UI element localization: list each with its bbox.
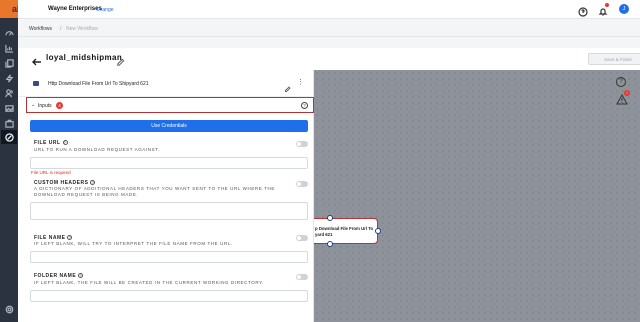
canvas-help-icon[interactable]: ? bbox=[616, 77, 626, 87]
warning-badge: ! bbox=[624, 90, 630, 96]
node-port-top[interactable] bbox=[327, 215, 333, 221]
workflow-step-node[interactable]: p Download File From Url To yard 621 bbox=[314, 218, 378, 244]
briefcase-icon[interactable] bbox=[4, 118, 14, 128]
notification-dot bbox=[605, 3, 609, 7]
edit-name-pencil-icon[interactable] bbox=[116, 54, 125, 66]
breadcrumb-workflows[interactable]: Workflows bbox=[29, 26, 52, 32]
breadcrumb-current: New Workflow bbox=[66, 26, 98, 32]
workflow-title-bar: loyal_midshipman Save & Finish bbox=[18, 48, 640, 70]
copy-icon[interactable] bbox=[4, 58, 14, 68]
settings-icon[interactable] bbox=[4, 304, 14, 314]
edit-step-pencil-icon[interactable] bbox=[284, 80, 291, 93]
workflow-canvas[interactable]: p Download File From Url To yard 621 ? ! bbox=[314, 70, 640, 322]
file-name-help-icon[interactable]: ? bbox=[67, 235, 73, 241]
inputs-help-icon[interactable]: ? bbox=[301, 102, 308, 109]
folder-name-description: IF LEFT BLANK, THE FILE WILL BE CREATED … bbox=[34, 280, 265, 285]
more-options-icon[interactable]: ⋮ bbox=[297, 79, 304, 86]
step-config-panel: Http Download File From Url To Shipyard … bbox=[18, 70, 314, 322]
inputs-label: Inputs bbox=[38, 103, 52, 109]
file-url-help-icon[interactable]: ? bbox=[62, 140, 68, 146]
http-step-icon bbox=[33, 81, 39, 86]
workflow-icon[interactable] bbox=[1, 130, 17, 144]
file-name-input[interactable] bbox=[30, 251, 308, 263]
file-url-label: FILE URL? bbox=[34, 140, 68, 146]
breadcrumb: Workflows / New Workflow bbox=[18, 20, 640, 37]
file-url-input[interactable] bbox=[30, 157, 308, 169]
back-arrow-icon[interactable] bbox=[32, 54, 42, 66]
top-bar: Wayne Enterprises Change J bbox=[18, 0, 640, 19]
node-label: p Download File From Url To yard 621 bbox=[315, 226, 374, 237]
people-icon[interactable] bbox=[4, 88, 14, 98]
save-finish-button[interactable]: Save & Finish bbox=[588, 53, 640, 65]
folder-name-label: FOLDER NAME? bbox=[34, 273, 84, 279]
node-port-bottom[interactable] bbox=[327, 241, 333, 247]
warning-icon[interactable]: ! bbox=[616, 90, 630, 105]
file-url-description: URL TO RUN A DOWNLOAD REQUEST AGAINST. bbox=[34, 147, 160, 152]
dashboard-icon[interactable] bbox=[4, 28, 14, 38]
image-icon[interactable] bbox=[4, 103, 14, 113]
analytics-icon[interactable] bbox=[4, 43, 14, 53]
use-credentials-button[interactable]: Use Credentials bbox=[30, 120, 308, 132]
custom-headers-help-icon[interactable]: ? bbox=[90, 180, 96, 186]
change-org-link[interactable]: Change bbox=[96, 7, 114, 13]
file-name-description: IF LEFT BLANK, WILL TRY TO INTERPRET THE… bbox=[34, 241, 233, 246]
org-name: Wayne Enterprises bbox=[48, 6, 102, 12]
folder-name-help-icon[interactable]: ? bbox=[78, 273, 84, 279]
help-icon[interactable] bbox=[578, 4, 588, 17]
avatar[interactable]: J bbox=[619, 4, 629, 14]
breadcrumb-separator: / bbox=[60, 26, 62, 32]
bolt-icon[interactable] bbox=[4, 73, 14, 83]
step-header: Http Download File From Url To Shipyard … bbox=[18, 70, 314, 97]
inputs-section-toggle[interactable]: ⌄ Inputs 4 ? bbox=[26, 97, 314, 113]
node-port-right[interactable] bbox=[375, 228, 381, 234]
inputs-error-badge: 4 bbox=[56, 102, 63, 109]
custom-headers-description: A DICTIONARY OF ADDITIONAL HEADERS THAT … bbox=[34, 186, 275, 197]
file-url-error: File URL is required bbox=[31, 170, 71, 175]
folder-name-input[interactable] bbox=[30, 290, 308, 302]
workflow-name: loyal_midshipman bbox=[46, 53, 123, 62]
bell-icon[interactable] bbox=[598, 3, 609, 16]
step-title: Http Download File From Url To Shipyard … bbox=[48, 81, 149, 87]
sidebar: alli bbox=[0, 0, 30, 322]
custom-headers-input[interactable] bbox=[30, 202, 308, 220]
chevron-down-icon: ⌄ bbox=[31, 102, 36, 108]
